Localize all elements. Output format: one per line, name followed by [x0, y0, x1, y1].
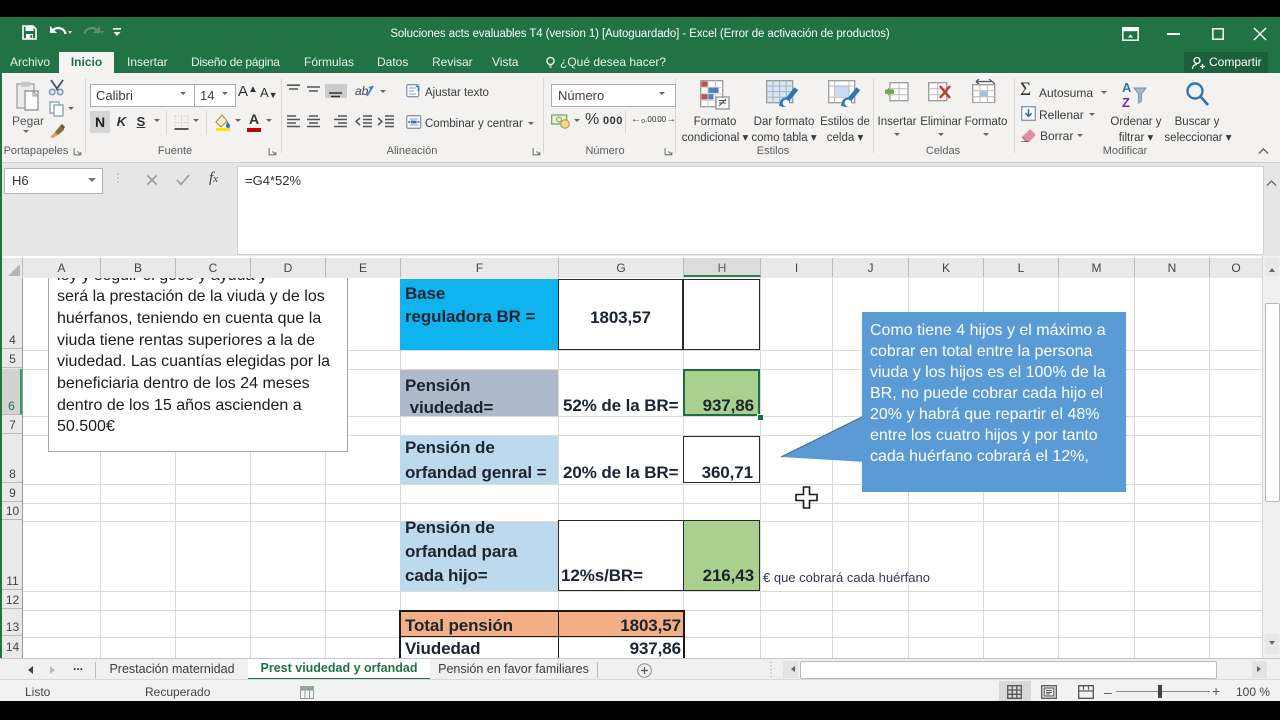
svg-text:Z: Z [1122, 95, 1130, 110]
svg-text:ab: ab [355, 84, 369, 98]
svg-text:A: A [1122, 80, 1132, 95]
